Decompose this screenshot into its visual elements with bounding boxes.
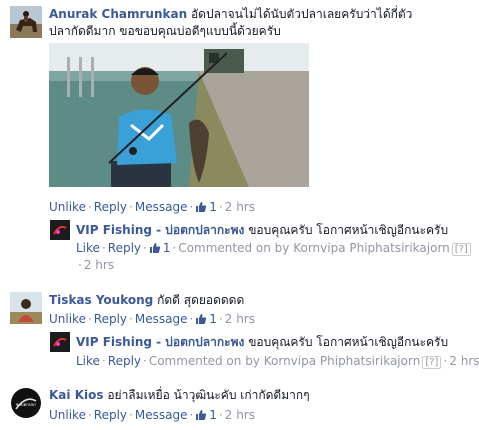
like-count-value: 1: [209, 408, 217, 422]
message-link[interactable]: Message: [135, 200, 188, 214]
comment-time[interactable]: 2 hrs: [225, 408, 255, 422]
reply-link[interactable]: Reply: [94, 200, 127, 214]
reply-link[interactable]: Reply: [94, 312, 127, 326]
page-avatar[interactable]: [50, 220, 70, 240]
comment-1-text-line-1: Anurak Chamrunkan อัดปลาจนไม่ได้นับตัวปล…: [49, 6, 412, 22]
avatar[interactable]: [10, 6, 42, 38]
like-count-value: 1: [209, 200, 217, 214]
message-link[interactable]: Message: [135, 408, 188, 422]
comment-2-actions: Unlike · Reply · Message · 1 · 2 hrs: [49, 311, 255, 329]
thumbs-up-icon: [149, 242, 161, 258]
reply-2-text: VIP Fishing - บ่อตกปลากะพง ขอบคุณครับ โอ…: [76, 334, 448, 350]
commented-on-by: Commented on by Kornvipa Phiphatsirikajo…: [178, 241, 450, 255]
comment-text: กัดดี สุดยอดดดด: [157, 293, 245, 307]
reply-author-name[interactable]: VIP Fishing - บ่อตกปลากะพง: [76, 223, 244, 237]
comment-author-name[interactable]: Anurak Chamrunkan: [49, 7, 187, 21]
message-link[interactable]: Message: [135, 312, 188, 326]
reply-link[interactable]: Reply: [108, 241, 141, 255]
thumbs-up-icon: [195, 201, 207, 217]
reply-time[interactable]: 2 hrs: [449, 354, 479, 368]
comment-time[interactable]: 2 hrs: [225, 200, 255, 214]
reply-text: ขอบคุณครับ โอกาศหน้าเชิญอีกนะครับ: [248, 223, 449, 237]
like-count-value: 1: [209, 312, 217, 326]
unlike-link[interactable]: Unlike: [49, 408, 86, 422]
comment-2-text: Tiskas Youkong กัดดี สุดยอดดดด: [49, 292, 244, 308]
reply-link[interactable]: Reply: [94, 408, 127, 422]
like-count[interactable]: 1: [195, 408, 217, 422]
avatar-logo-text: ชอบตกปลา: [16, 402, 37, 407]
reply-link[interactable]: Reply: [108, 354, 141, 368]
reply-1-text: VIP Fishing - บ่อตกปลากะพง ขอบคุณครับ โอ…: [76, 222, 448, 238]
avatar[interactable]: ชอบตกปลา: [10, 387, 42, 419]
comment-1-text-line-2: ปลากัดดีมาก ขอขอบคุณบ่อดีๆแบบนี้ด้วยครับ: [49, 24, 281, 38]
reply-author-name[interactable]: VIP Fishing - บ่อตกปลากะพง: [76, 335, 244, 349]
like-count[interactable]: 1: [149, 241, 170, 258]
page-avatar[interactable]: [50, 332, 70, 352]
comment-photo[interactable]: [49, 43, 309, 187]
help-link[interactable]: [?]: [451, 243, 471, 256]
unlike-link[interactable]: Unlike: [49, 312, 86, 326]
comment-author-name[interactable]: Kai Kios: [49, 388, 104, 402]
reply-time[interactable]: 2 hrs: [84, 258, 114, 272]
like-count[interactable]: 1: [195, 312, 217, 326]
reply-text: ขอบคุณครับ โอกาศหน้าเชิญอีกนะครับ: [248, 335, 449, 349]
comment-text: อัดปลาจนไม่ได้นับตัวปลาเลยครับว่าได้กี่ต…: [190, 7, 413, 21]
thumbs-up-icon: [195, 313, 207, 329]
comment-1-actions: Unlike · Reply · Message · 1 · 2 hrs: [49, 199, 255, 217]
reply-1-time-row: · 2 hrs: [78, 258, 115, 272]
unlike-link[interactable]: Unlike: [49, 200, 86, 214]
avatar[interactable]: [10, 292, 42, 324]
help-link[interactable]: [?]: [422, 356, 442, 369]
like-count[interactable]: 1: [195, 200, 217, 214]
comment-3-text: Kai Kios อย่าลืมเหยื่อ น้าวุฒินะคับ เก่า…: [49, 387, 310, 403]
comment-time[interactable]: 2 hrs: [225, 312, 255, 326]
reply-2-actions: Like · Reply · Commented on by Kornvipa Phip…: [76, 354, 479, 369]
comment-author-name[interactable]: Tiskas Youkong: [49, 293, 153, 307]
thumbs-up-icon: [195, 409, 207, 425]
like-link[interactable]: Like: [76, 241, 100, 255]
comment-text: อย่าลืมเหยื่อ น้าวุฒินะคับ เก่ากัดดีมากๆ: [107, 388, 310, 402]
comment-3-actions: Unlike · Reply · Message · 1 · 2 hrs: [49, 407, 255, 425]
commented-on-by: Commented on by Kornvipa Phiphatsirikajo…: [148, 354, 421, 368]
reply-1-actions: Like · Reply · 1 · Commented on by Kornvipa Ph…: [76, 240, 471, 258]
like-link[interactable]: Like: [76, 354, 100, 368]
